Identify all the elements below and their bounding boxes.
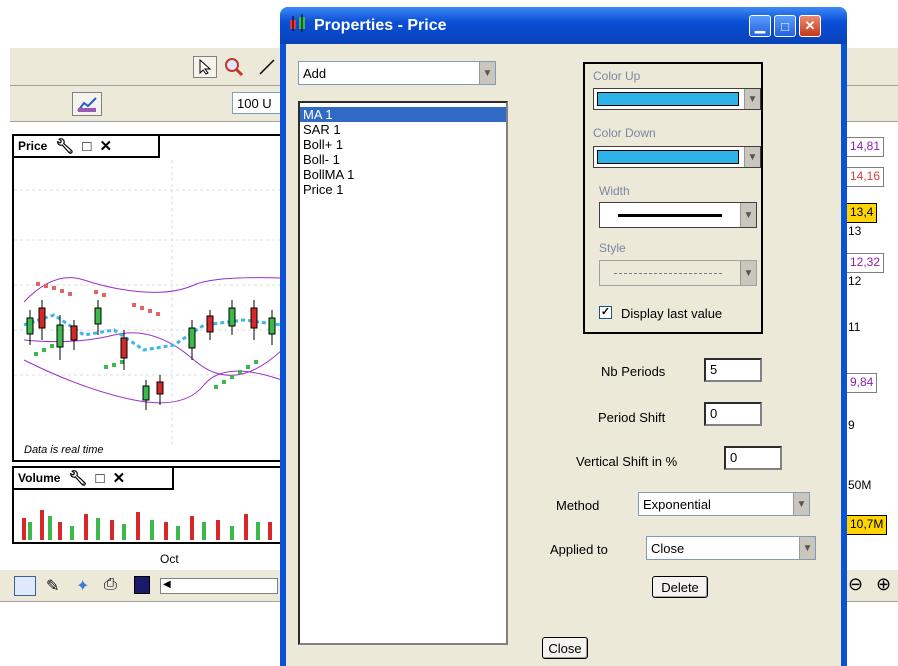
method-value: Exponential [643, 496, 711, 512]
horizontal-scrollbar[interactable]: ◀ [160, 578, 278, 594]
close-window-button[interactable]: ✕ [799, 15, 821, 37]
list-item[interactable]: SAR 1 [300, 122, 506, 137]
zoom-in-icon[interactable]: ⊕ [876, 574, 891, 595]
vertical-shift-input[interactable]: 0 [724, 446, 782, 470]
color-down-label: Color Down [593, 126, 656, 140]
maximize-button[interactable]: □ [774, 15, 796, 37]
list-item[interactable]: MA 1 [300, 107, 506, 122]
display-last-value-checkbox[interactable]: ✓ [599, 306, 612, 319]
width-combo[interactable]: ▼ [599, 202, 757, 228]
color-down-combo[interactable]: ▼ [593, 146, 761, 168]
save-icon[interactable] [134, 576, 150, 594]
dropdown-arrow-icon: ▼ [793, 493, 809, 515]
dropdown-arrow-icon: ▼ [740, 203, 756, 227]
price-panel: Price 🔧︎ □ ✕ Data is real time [12, 134, 284, 462]
wrench-icon[interactable]: 🔧︎ [55, 137, 74, 155]
dropdown-arrow-icon: ▼ [479, 62, 495, 84]
y-tick: 11 [848, 320, 861, 334]
color-up-label: Color Up [593, 69, 641, 83]
price-chart [14, 160, 282, 445]
line-tool-icon[interactable] [256, 56, 280, 78]
add-indicator-combo[interactable]: Add ▼ [298, 61, 496, 85]
method-select[interactable]: Exponential ▼ [638, 492, 810, 516]
nb-periods-input[interactable]: 5 [704, 358, 762, 382]
color-down-swatch [597, 150, 739, 164]
app-icon [288, 14, 308, 37]
dropdown-arrow-icon: ▼ [799, 537, 815, 559]
price-tag: 13,4 [846, 203, 878, 223]
puzzle-icon[interactable]: ✦ [76, 576, 89, 596]
vertical-shift-label: Vertical Shift in % [576, 454, 678, 469]
zoom-out-icon[interactable]: ⊖ [848, 574, 863, 595]
nb-periods-label: Nb Periods [601, 364, 666, 379]
x-axis-label: Oct [160, 552, 179, 566]
zoom-tool-icon[interactable] [222, 56, 246, 78]
applied-to-select[interactable]: Close ▼ [646, 536, 816, 560]
brush-icon[interactable]: ✎ [46, 576, 59, 596]
list-item[interactable]: Boll+ 1 [300, 137, 506, 152]
volume-panel: Volume 🔧︎ □ ✕ [12, 466, 284, 544]
list-item[interactable]: BollMA 1 [300, 167, 506, 182]
y-tick: 13 [848, 224, 862, 238]
close-icon[interactable]: ✕ [99, 137, 112, 155]
width-line-preview [618, 214, 722, 217]
color-up-swatch [597, 92, 739, 106]
maximize-icon[interactable]: □ [96, 470, 105, 487]
close-icon[interactable]: ✕ [113, 469, 126, 487]
volume-panel-header: Volume 🔧︎ □ ✕ [14, 468, 174, 490]
realtime-note: Data is real time [24, 444, 104, 456]
method-label: Method [556, 498, 600, 513]
price-tag: 12,32 [846, 253, 885, 273]
dialog-title: Properties - Price [314, 16, 447, 34]
maximize-icon[interactable]: □ [82, 138, 91, 155]
period-shift-label: Period Shift [598, 410, 666, 425]
minimize-button[interactable]: ▁ [749, 15, 771, 37]
calendar-icon[interactable] [14, 576, 36, 596]
chart-style-icon[interactable] [72, 92, 102, 116]
width-label: Width [599, 184, 630, 198]
print-icon[interactable]: ⎙ [104, 576, 117, 594]
add-combo-value: Add [303, 65, 327, 81]
indicator-list: MA 1 SAR 1 Boll+ 1 Boll- 1 BollMA 1 Pric… [298, 101, 508, 645]
dropdown-arrow-icon: ▼ [744, 147, 760, 167]
line-style-group: Color Up ▼ Color Down ▼ Width ▼ Style ▼ … [583, 62, 763, 334]
y-tick: 9 [848, 418, 855, 432]
dialog-body: Add ▼ MA 1 SAR 1 Boll+ 1 Boll- 1 BollMA … [286, 44, 841, 666]
wrench-icon[interactable]: 🔧︎ [68, 469, 87, 487]
close-button[interactable]: Close [542, 637, 588, 659]
style-label: Style [599, 241, 626, 255]
display-last-value-label: Display last value [621, 306, 723, 321]
applied-to-value: Close [651, 540, 685, 556]
dropdown-arrow-icon: ▼ [740, 261, 756, 285]
period-shift-input[interactable]: 0 [704, 402, 762, 426]
properties-dialog: Properties - Price ▁ □ ✕ Add ▼ MA 1 SAR … [280, 7, 847, 666]
dropdown-arrow-icon: ▼ [744, 89, 760, 109]
price-tag: 9,84 [846, 373, 878, 393]
price-tag: 14,16 [846, 167, 885, 187]
delete-button[interactable]: Delete [652, 576, 708, 598]
list-item[interactable]: Boll- 1 [300, 152, 506, 167]
volume-panel-title: Volume [18, 471, 61, 485]
price-panel-title: Price [18, 139, 48, 153]
volume-bars [22, 510, 272, 540]
color-up-combo[interactable]: ▼ [593, 88, 761, 110]
zoom-value: 100 U [237, 95, 272, 111]
applied-to-label: Applied to [550, 542, 608, 557]
price-tag: 14,81 [846, 137, 885, 157]
dashed-line-preview [614, 273, 722, 274]
volume-tag: 10,7M [846, 515, 888, 535]
style-combo[interactable]: ▼ [599, 260, 757, 286]
price-panel-header: Price 🔧︎ □ ✕ [14, 136, 160, 158]
y-tick: 50M [848, 478, 872, 492]
pointer-tool-icon[interactable] [193, 56, 217, 78]
y-tick: 12 [848, 274, 862, 288]
list-item[interactable]: Price 1 [300, 182, 506, 197]
